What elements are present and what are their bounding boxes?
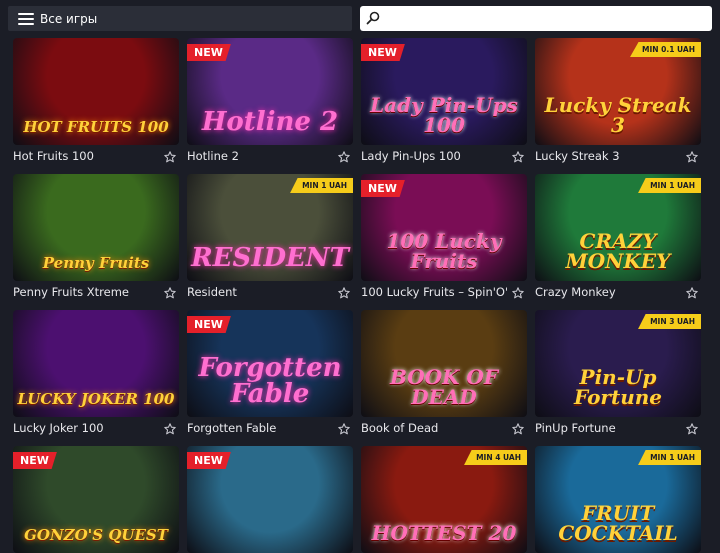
game-logo-text: RESIDENT <box>191 243 349 273</box>
favorite-star-icon[interactable] <box>512 420 524 435</box>
game-thumbnail[interactable]: LUCKY JOKER 100 <box>13 310 179 417</box>
min-bet-badge: MIN 1 UAH <box>638 178 701 193</box>
game-meta: Lady Pin-Ups 100 <box>361 148 527 164</box>
game-name[interactable]: PinUp Fortune <box>535 421 681 435</box>
favorite-star-icon[interactable] <box>512 284 524 299</box>
game-meta: Crazy Monkey <box>535 284 701 300</box>
favorite-star-icon[interactable] <box>686 420 698 435</box>
game-name[interactable]: Penny Fruits Xtreme <box>13 285 159 299</box>
game-thumbnail[interactable]: Forgotten Fable NEW <box>187 310 353 417</box>
game-name[interactable]: Lady Pin-Ups 100 <box>361 149 507 163</box>
favorite-star-icon[interactable] <box>164 284 176 299</box>
game-logo-text: GONZO'S QUEST <box>24 526 168 544</box>
game-logo-text: Penny Fruits <box>42 254 150 272</box>
favorite-star-icon[interactable] <box>686 284 698 299</box>
category-label: Все игры <box>40 11 98 26</box>
game-name[interactable]: Resident <box>187 285 333 299</box>
game-logo-text: HOT FRUITS 100 <box>23 118 169 136</box>
game-meta: Hot Fruits 100 <box>13 148 179 164</box>
game-logo-text: CRAZY MONKEY <box>565 229 671 273</box>
favorite-star-icon[interactable] <box>338 284 350 299</box>
top-bar: Все игры <box>0 0 720 38</box>
game-thumbnail[interactable]: Hotline 2 NEW <box>187 38 353 145</box>
game-thumbnail[interactable]: HOT FRUITS 100 <box>13 38 179 145</box>
game-name[interactable]: Forgotten Fable <box>187 421 333 435</box>
game-thumbnail[interactable]: Penny Fruits <box>13 174 179 281</box>
game-name[interactable]: Crazy Monkey <box>535 285 681 299</box>
min-bet-badge: MIN 3 UAH <box>638 314 701 329</box>
new-badge: NEW <box>13 452 57 469</box>
game-logo-text: FRUIT COCKTAIL <box>558 501 678 545</box>
category-select[interactable]: Все игры <box>8 6 352 31</box>
min-bet-badge: MIN 0.1 UAH <box>630 42 701 57</box>
game-thumbnail[interactable]: BOOK OF DEAD <box>361 310 527 417</box>
game-name[interactable]: 100 Lucky Fruits – Spin'O'Wheel <box>361 285 507 299</box>
game-logo-text: BOOK OF DEAD <box>389 365 499 409</box>
game-meta: Lucky Streak 3 <box>535 148 701 164</box>
game-meta: Penny Fruits Xtreme <box>13 284 179 300</box>
min-bet-badge: MIN 1 UAH <box>638 450 701 465</box>
new-badge: NEW <box>361 44 405 61</box>
game-meta: PinUp Fortune <box>535 420 701 436</box>
game-meta: Hotline 2 <box>187 148 353 164</box>
favorite-star-icon[interactable] <box>338 148 350 163</box>
game-logo-text: Lucky Streak 3 <box>544 93 692 137</box>
new-badge: NEW <box>187 44 231 61</box>
search-box[interactable] <box>360 6 712 31</box>
game-meta: Lucky Joker 100 <box>13 420 179 436</box>
new-badge: NEW <box>187 452 231 469</box>
new-badge: NEW <box>187 316 231 333</box>
game-name[interactable]: Hotline 2 <box>187 149 333 163</box>
game-meta: Resident <box>187 284 353 300</box>
game-logo-text: Forgotten Fable <box>198 353 342 409</box>
game-name[interactable]: Book of Dead <box>361 421 507 435</box>
game-thumbnail[interactable]: RESIDENT MIN 1 UAH <box>187 174 353 281</box>
favorite-star-icon[interactable] <box>512 148 524 163</box>
game-name[interactable]: Lucky Joker 100 <box>13 421 159 435</box>
min-bet-badge: MIN 4 UAH <box>464 450 527 465</box>
game-logo-text: 100 Lucky Fruits <box>386 229 502 273</box>
game-thumbnail[interactable]: Lady Pin-Ups 100 NEW <box>361 38 527 145</box>
hamburger-icon <box>18 12 34 25</box>
game-logo-text: HOTTEST 20 <box>371 521 517 545</box>
favorite-star-icon[interactable] <box>164 148 176 163</box>
game-logo-text: Hotline 2 <box>201 107 339 137</box>
game-thumbnail[interactable]: Pin-Up Fortune MIN 3 UAH <box>535 310 701 417</box>
game-thumbnail[interactable]: CRAZY MONKEY MIN 1 UAH <box>535 174 701 281</box>
min-bet-badge: MIN 1 UAH <box>290 178 353 193</box>
new-badge: NEW <box>361 180 405 197</box>
favorite-star-icon[interactable] <box>338 420 350 435</box>
game-meta: 100 Lucky Fruits – Spin'O'Wheel <box>361 284 527 300</box>
favorite-star-icon[interactable] <box>164 420 176 435</box>
game-thumbnail[interactable]: Lucky Streak 3 MIN 0.1 UAH <box>535 38 701 145</box>
game-name[interactable]: Hot Fruits 100 <box>13 149 159 163</box>
search-input[interactable] <box>384 8 704 29</box>
game-logo-text: Lady Pin-Ups 100 <box>370 93 518 137</box>
favorite-star-icon[interactable] <box>686 148 698 163</box>
game-meta: Forgotten Fable <box>187 420 353 436</box>
search-icon <box>366 11 380 25</box>
game-thumbnail[interactable]: 100 Lucky Fruits NEW <box>361 174 527 281</box>
game-meta: Book of Dead <box>361 420 527 436</box>
game-name[interactable]: Lucky Streak 3 <box>535 149 681 163</box>
game-logo-text: LUCKY JOKER 100 <box>17 390 175 408</box>
game-logo-text: Pin-Up Fortune <box>573 365 663 409</box>
